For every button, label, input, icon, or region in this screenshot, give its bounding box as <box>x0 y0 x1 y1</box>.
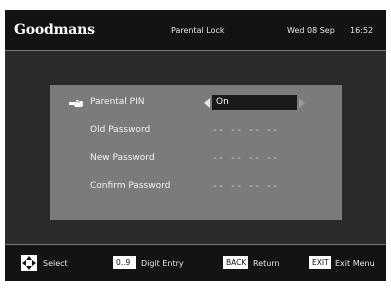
brand-logo: Goodmans <box>14 22 95 38</box>
date-display: Wed 08 Sep <box>287 26 335 35</box>
parental-lock-panel: Parental PIN On Old Password -- -- -- --… <box>50 85 342 220</box>
digit-key-badge: 0..9 <box>113 256 136 269</box>
digit-key-text: 0..9 <box>116 258 131 267</box>
tv-screen: Goodmans Parental Lock Wed 08 Sep 16:52 … <box>5 10 386 281</box>
exit-menu-hint: Exit Menu <box>335 259 375 268</box>
digit-entry-hint: Digit Entry <box>141 259 184 268</box>
back-key-text: BACK <box>226 258 247 267</box>
arrow-left-icon[interactable] <box>203 98 211 108</box>
arrow-right-icon[interactable] <box>298 98 306 108</box>
old-password-label: Old Password <box>90 125 151 135</box>
back-key-badge: BACK <box>223 256 248 269</box>
confirm-password-label: Confirm Password <box>90 181 171 191</box>
select-hint: Select <box>43 259 68 268</box>
confirm-password-field[interactable]: -- -- -- -- <box>212 181 278 192</box>
exit-key-badge: EXIT <box>309 256 331 269</box>
menu-row-new-password[interactable]: New Password -- -- -- -- <box>50 149 342 169</box>
new-password-field[interactable]: -- -- -- -- <box>212 153 278 164</box>
header-bar: Goodmans Parental Lock Wed 08 Sep 16:52 <box>5 10 386 50</box>
new-password-label: New Password <box>90 153 155 163</box>
time-display: 16:52 <box>350 26 374 35</box>
menu-row-parental-pin[interactable]: Parental PIN On <box>50 93 342 113</box>
parental-pin-label: Parental PIN <box>90 97 145 107</box>
exit-key-text: EXIT <box>312 258 329 267</box>
footer-bar: Select 0..9 Digit Entry BACK Return EXIT… <box>5 245 386 281</box>
menu-row-old-password[interactable]: Old Password -- -- -- -- <box>50 121 342 141</box>
parental-pin-value-text: On <box>216 97 229 107</box>
parental-pin-value[interactable]: On <box>212 95 297 110</box>
page-title: Parental Lock <box>171 26 225 35</box>
pointing-hand-icon <box>69 100 83 107</box>
menu-row-confirm-password[interactable]: Confirm Password -- -- -- -- <box>50 177 342 197</box>
return-hint: Return <box>253 259 280 268</box>
header-divider <box>5 50 386 51</box>
old-password-field[interactable]: -- -- -- -- <box>212 125 278 136</box>
dpad-icon <box>21 255 37 271</box>
